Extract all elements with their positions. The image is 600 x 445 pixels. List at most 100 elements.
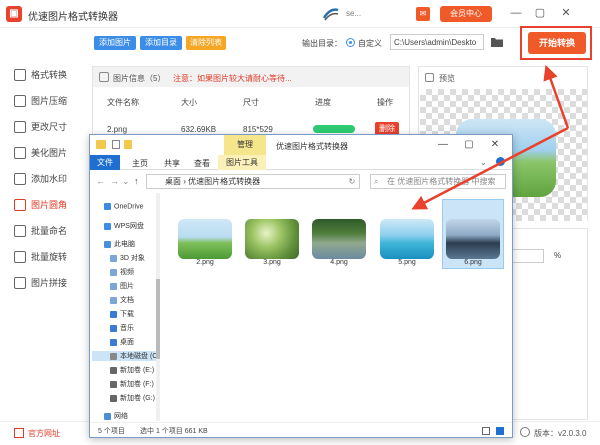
details-view-icon[interactable] — [482, 427, 490, 435]
cloud-icon — [104, 203, 111, 210]
file-thumbnail[interactable] — [312, 219, 366, 259]
compress-icon — [14, 94, 26, 107]
ribbon-tab-share[interactable]: 共享 — [164, 158, 180, 169]
folder-icon[interactable] — [490, 36, 504, 48]
network-icon — [104, 412, 111, 420]
sidebar-item-stitch[interactable]: 图片拼接 — [14, 276, 67, 292]
ribbon-tab-home[interactable]: 主页 — [132, 158, 148, 169]
large-icons-view-icon[interactable] — [496, 427, 504, 435]
col-header-dims: 尺寸 — [243, 98, 259, 107]
ribbon-tab-file[interactable]: 文件 — [90, 155, 120, 170]
preview-icon — [425, 73, 434, 82]
output-path-input[interactable]: C:\Users\admin\Deskto — [390, 34, 484, 50]
format-icon — [14, 68, 26, 81]
file-name: 6.png — [464, 259, 482, 266]
manage-tab[interactable]: 管理 — [224, 135, 266, 155]
nav-item-downloads[interactable]: 下载 — [110, 309, 134, 319]
rotate-icon — [14, 250, 26, 263]
nav-item-pictures[interactable]: 图片 — [110, 281, 134, 291]
col-header-name: 文件名称 — [107, 98, 139, 107]
sidebar-item-resize[interactable]: 更改尺寸 — [14, 120, 67, 136]
explorer-title: 优速图片格式转换器 — [276, 142, 348, 151]
nav-item-volume-e[interactable]: 新加卷 (E:) — [110, 365, 154, 375]
sidebar-item-batch-rename[interactable]: 批量命名 — [14, 224, 67, 240]
new-folder-icon[interactable] — [124, 140, 132, 149]
explorer-minimize-button[interactable]: — — [436, 138, 450, 152]
app-logo-icon: ▣ — [6, 6, 22, 22]
sidebar-item-batch-rotate[interactable]: 批量旋转 — [14, 250, 67, 266]
file-thumbnail[interactable] — [380, 219, 434, 259]
nav-item-onedrive[interactable]: OneDrive — [104, 203, 144, 210]
user-logo-icon — [322, 8, 339, 21]
refresh-icon[interactable]: ↻ — [346, 174, 358, 189]
nav-item-local-disk-c[interactable]: 本地磁盘 (C: — [92, 351, 159, 361]
wps-cloud-icon — [104, 222, 111, 230]
file-explorer-window: 管理 优速图片格式转换器 — ▢ ✕ 文件 主页 共享 查看 图片工具 ⌄ ← … — [89, 134, 513, 438]
custom-radio[interactable] — [346, 38, 355, 47]
close-button[interactable]: ✕ — [558, 5, 574, 21]
minimize-button[interactable]: — — [508, 5, 524, 21]
nav-item-videos[interactable]: 视频 — [110, 267, 134, 277]
explorer-maximize-button[interactable]: ▢ — [462, 138, 476, 152]
explorer-close-button[interactable]: ✕ — [488, 138, 502, 152]
custom-label: 自定义 — [358, 39, 382, 48]
row-size: 632.69KB — [181, 125, 217, 134]
info-title: 图片信息（5） — [113, 74, 166, 83]
row-progress-bar — [313, 125, 355, 133]
sidebar-item-compress[interactable]: 图片压缩 — [14, 94, 67, 110]
ribbon-tab-image-tools[interactable]: 图片工具 — [218, 155, 266, 170]
nav-item-wps[interactable]: WPS网盘 — [104, 221, 144, 231]
nav-scrollbar-thumb[interactable] — [156, 279, 160, 359]
nav-item-this-pc[interactable]: 此电脑 — [104, 239, 135, 249]
address-bar[interactable]: 桌面 › 优速图片格式转换器 — [146, 174, 360, 189]
history-dropdown-icon[interactable]: ⌄ — [122, 176, 130, 187]
add-image-button[interactable]: 添加图片 — [94, 36, 136, 50]
official-site-link[interactable]: 官方网址 — [28, 428, 60, 439]
disk-icon — [110, 352, 117, 360]
up-button[interactable]: ↑ — [134, 176, 139, 186]
nav-item-documents[interactable]: 文档 — [110, 295, 134, 305]
nav-item-desktop[interactable]: 桌面 — [110, 337, 134, 347]
app-title: 优速图片格式转换器 — [28, 12, 118, 23]
file-thumbnail[interactable] — [446, 219, 500, 259]
ribbon-tab-view[interactable]: 查看 — [194, 158, 210, 169]
quick-access-icon[interactable] — [112, 140, 120, 149]
computer-icon — [104, 240, 111, 248]
home-icon — [14, 428, 24, 438]
vip-center-button[interactable]: 会员中心 — [440, 6, 492, 22]
message-icon[interactable]: ✉ — [416, 7, 430, 21]
add-folder-button[interactable]: 添加目录 — [140, 36, 182, 50]
start-convert-button[interactable]: 开始转换 — [528, 32, 586, 54]
version-text: 版本：v2.0.3.0 — [534, 429, 587, 438]
forward-button[interactable]: → — [110, 176, 119, 186]
info-bar: 图片信息（5） 注意：如果图片较大请耐心等待... — [93, 67, 409, 87]
back-button[interactable]: ← — [96, 176, 105, 186]
nav-item-volume-f[interactable]: 新加卷 (F:) — [110, 379, 154, 389]
nav-item-volume-g[interactable]: 新加卷 (G:) — [110, 393, 155, 403]
sidebar-item-watermark[interactable]: 添加水印 — [14, 172, 67, 188]
image-info-icon — [99, 72, 109, 82]
sidebar-item-rounded-corner[interactable]: 图片圆角 — [14, 198, 67, 214]
clear-list-button[interactable]: 清除列表 — [186, 36, 226, 50]
update-icon[interactable] — [520, 427, 530, 437]
col-header-size: 大小 — [181, 98, 197, 107]
disk-icon — [110, 394, 117, 402]
file-thumbnail[interactable] — [178, 219, 232, 259]
maximize-button[interactable]: ▢ — [532, 5, 548, 21]
desktop-icon — [110, 338, 117, 346]
explorer-address-row: ← → ⌄ ↑ 桌面 › 优速图片格式转换器 ↻ 在 优速图片格式转换器 中搜索… — [90, 171, 512, 191]
ribbon-expand-icon[interactable]: ⌄ — [480, 158, 487, 167]
file-name: 2.png — [196, 259, 214, 266]
nav-item-music[interactable]: 音乐 — [110, 323, 134, 333]
sidebar-item-beautify[interactable]: 美化图片 — [14, 146, 67, 162]
nav-item-3d-objects[interactable]: 3D 对象 — [110, 253, 145, 263]
resize-icon — [14, 120, 26, 133]
help-icon[interactable] — [496, 157, 505, 166]
explorer-search-input[interactable]: 在 优速图片格式转换器 中搜索 — [370, 174, 506, 189]
sidebar-item-format-convert[interactable]: 格式转换 — [14, 68, 67, 84]
file-thumbnail[interactable] — [245, 219, 299, 259]
download-icon — [110, 310, 117, 318]
nav-item-network[interactable]: 网络 — [104, 411, 128, 421]
percent-unit: % — [554, 251, 562, 260]
sidebar: 格式转换 图片压缩 更改尺寸 美化图片 添加水印 图片圆角 批量命名 批量旋转 … — [0, 60, 82, 420]
